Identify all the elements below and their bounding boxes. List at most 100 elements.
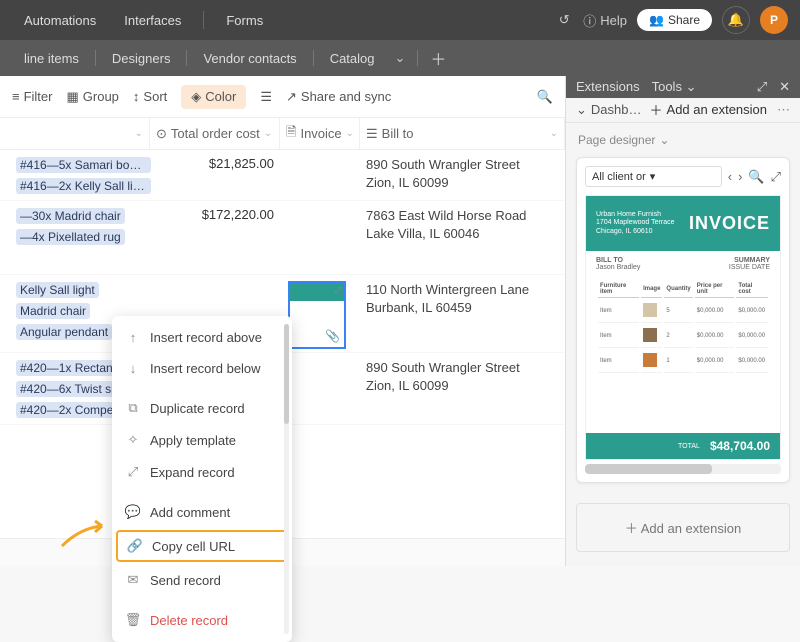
tab-catalog[interactable]: Catalog bbox=[318, 45, 387, 72]
color-button[interactable]: ◈Color bbox=[181, 85, 246, 109]
callout-arrow bbox=[60, 518, 110, 551]
column-header-items[interactable]: ⌄ bbox=[10, 118, 150, 149]
tab-line-items[interactable]: line items bbox=[12, 45, 91, 72]
extensions-header: Extensions Tools ⌄ ⤢ ✕ bbox=[566, 76, 800, 98]
menu-add-comment[interactable]: 💬Add comment bbox=[112, 496, 292, 528]
table-row[interactable]: #416—5x Samari bookshelf #416—2x Kelly Sa… bbox=[0, 150, 565, 201]
invoice-attachment[interactable]: ⤢ 📎 bbox=[288, 281, 346, 349]
cell-cost[interactable]: $21,825.00 bbox=[150, 154, 280, 173]
summary-label: SUMMARY bbox=[729, 257, 770, 264]
filter-label: Filter bbox=[24, 89, 53, 104]
expand-icon[interactable]: ⤢ bbox=[335, 285, 342, 296]
cell-cost[interactable]: $172,220.00 bbox=[150, 205, 280, 224]
filter-button[interactable]: ≡ Filter bbox=[12, 89, 52, 104]
next-record-button[interactable]: › bbox=[738, 169, 742, 184]
fullscreen-icon[interactable]: ⤢ bbox=[771, 169, 781, 185]
scrollbar-thumb[interactable] bbox=[585, 464, 712, 474]
scrollbar-thumb[interactable] bbox=[284, 324, 289, 424]
linked-record-pill[interactable]: Angular pendant bbox=[16, 324, 112, 340]
menu-insert-above[interactable]: ↑Insert record above bbox=[112, 322, 292, 353]
cell-address[interactable]: 7863 East Wild Horse RoadLake Villa, IL … bbox=[360, 205, 565, 245]
comment-icon: 💬 bbox=[126, 504, 140, 520]
chevron-down-icon: ⌄ bbox=[576, 102, 587, 118]
chevron-down-icon: ⌄ bbox=[264, 128, 272, 139]
notifications-button[interactable]: 🔔 bbox=[722, 6, 750, 34]
expand-panel-icon[interactable]: ⤢ bbox=[757, 79, 767, 95]
invoice-preview[interactable]: Urban Home Furnish1704 Maplewood Terrace… bbox=[585, 195, 781, 460]
group-button[interactable]: ▦Group bbox=[66, 89, 118, 105]
chevron-down-icon: ⌄ bbox=[550, 128, 558, 139]
avatar[interactable]: P bbox=[760, 6, 788, 34]
tab-vendor-contacts[interactable]: Vendor contacts bbox=[191, 45, 308, 72]
linked-record-pill[interactable]: Madrid chair bbox=[16, 303, 90, 319]
top-bar: Automations Interfaces Forms ↺ ⓘHelp 👥Sh… bbox=[0, 0, 800, 40]
tabs-more-icon[interactable]: ⌄ bbox=[387, 46, 414, 70]
trash-icon: 🗑 bbox=[126, 612, 140, 628]
record-selector[interactable]: All client or▾ bbox=[585, 166, 722, 187]
zoom-icon[interactable]: 🔍 bbox=[748, 169, 764, 185]
add-extension-cta[interactable]: ＋ Add an extension bbox=[576, 503, 790, 552]
menu-duplicate[interactable]: ⧉Duplicate record bbox=[112, 392, 292, 424]
nav-interfaces[interactable]: Interfaces bbox=[112, 7, 193, 34]
col-billto-label: Bill to bbox=[382, 126, 414, 141]
chevron-down-icon: ⌄ bbox=[135, 128, 143, 139]
bell-icon: 🔔 bbox=[728, 12, 744, 28]
more-icon[interactable]: ⋯ bbox=[777, 102, 790, 118]
row-height-icon: ☰ bbox=[260, 89, 272, 105]
linked-record-pill[interactable]: —30x Madrid chair bbox=[16, 208, 125, 224]
nav-forms[interactable]: Forms bbox=[214, 7, 275, 34]
menu-apply-template[interactable]: ✧Apply template bbox=[112, 424, 292, 456]
help-button[interactable]: ⓘHelp bbox=[583, 11, 627, 30]
menu-copy-cell-url[interactable]: 🔗Copy cell URL bbox=[116, 530, 288, 562]
horizontal-scrollbar[interactable] bbox=[585, 464, 781, 474]
group-icon: ▦ bbox=[66, 89, 78, 105]
menu-expand-record[interactable]: ⤢Expand record bbox=[112, 456, 292, 488]
table-row[interactable]: —30x Madrid chair —4x Pixellated rug $172… bbox=[0, 201, 565, 275]
cell-address[interactable]: 890 South Wrangler StreetZion, IL 60099 bbox=[360, 357, 565, 397]
add-extension-button[interactable]: ＋Add an extension bbox=[650, 100, 767, 119]
close-panel-icon[interactable]: ✕ bbox=[779, 79, 790, 95]
col-total-label: Total order cost bbox=[171, 126, 260, 141]
row-height-button[interactable]: ☰ bbox=[260, 89, 272, 105]
cell-address[interactable]: 110 North Wintergreen LaneBurbank, IL 60… bbox=[360, 279, 565, 319]
linked-record-pill[interactable]: —4x Pixellated rug bbox=[16, 229, 125, 245]
linked-record-pill[interactable]: #416—2x Kelly Sall light bbox=[16, 178, 151, 194]
linked-record-pill[interactable]: #416—5x Samari bookshelf bbox=[16, 157, 151, 173]
divider bbox=[203, 11, 204, 29]
sort-button[interactable]: ↕Sort bbox=[133, 89, 167, 104]
menu-send-record[interactable]: ✉Send record bbox=[112, 564, 292, 596]
share-button[interactable]: 👥Share bbox=[637, 9, 712, 31]
text-icon: ☰ bbox=[366, 126, 378, 142]
paperclip-icon: 📎 bbox=[325, 329, 340, 343]
column-header-total-cost[interactable]: ⊙ Total order cost ⌄ bbox=[150, 118, 280, 149]
color-label: Color bbox=[205, 89, 236, 104]
chevron-down-icon: ⌄ bbox=[686, 79, 697, 94]
filter-icon: ≡ bbox=[12, 89, 20, 104]
history-icon[interactable]: ↺ bbox=[555, 11, 573, 29]
col-invoice-label: Invoice bbox=[300, 126, 341, 141]
share-sync-label: Share and sync bbox=[301, 89, 391, 104]
tab-designers[interactable]: Designers bbox=[100, 45, 183, 72]
add-table-button[interactable]: ＋ bbox=[422, 42, 454, 74]
menu-delete-record[interactable]: 🗑Delete record bbox=[112, 604, 292, 636]
page-designer-label[interactable]: Page designer⌄ bbox=[566, 123, 800, 151]
search-button[interactable]: 🔍 bbox=[537, 89, 553, 105]
cell-address[interactable]: 890 South Wrangler StreetZion, IL 60099 bbox=[360, 154, 565, 194]
currency-icon: ⊙ bbox=[156, 126, 167, 142]
linked-record-pill[interactable]: Kelly Sall light bbox=[16, 282, 99, 298]
mail-icon: ✉ bbox=[126, 572, 140, 588]
divider bbox=[95, 50, 96, 66]
attachment-icon: 🗎 bbox=[286, 123, 296, 145]
invoice-table: Furniture itemImageQuantityPrice per uni… bbox=[596, 279, 770, 375]
extensions-tab[interactable]: Extensions bbox=[576, 79, 640, 94]
expand-icon: ⤢ bbox=[126, 464, 140, 480]
tools-dropdown[interactable]: Tools ⌄ bbox=[652, 79, 697, 95]
context-menu: ↑Insert record above ↓Insert record belo… bbox=[112, 316, 292, 642]
nav-automations[interactable]: Automations bbox=[12, 7, 108, 34]
column-header-invoice[interactable]: 🗎Invoice⌄ bbox=[280, 118, 360, 149]
column-header-bill-to[interactable]: ☰ Bill to ⌄ bbox=[360, 118, 565, 149]
share-sync-button[interactable]: ↗Share and sync bbox=[286, 89, 391, 105]
menu-insert-below[interactable]: ↓Insert record below bbox=[112, 353, 292, 384]
prev-record-button[interactable]: ‹ bbox=[728, 169, 732, 184]
dashboard-dropdown[interactable]: ⌄Dashb… bbox=[576, 102, 640, 118]
